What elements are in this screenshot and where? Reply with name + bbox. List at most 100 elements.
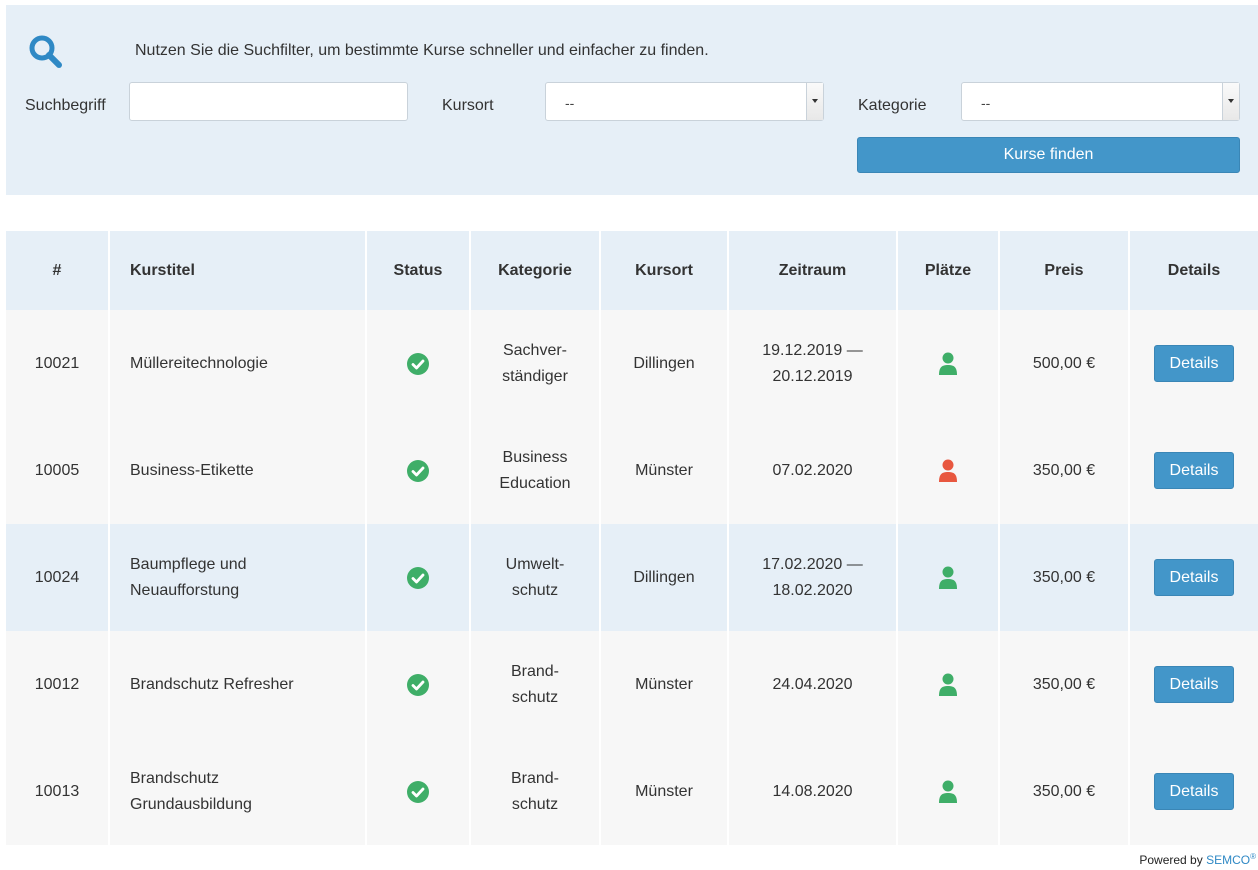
category-select[interactable]: -- <box>961 82 1240 121</box>
cell-seats <box>898 524 1000 631</box>
person-available-icon <box>939 780 957 803</box>
column-header-details: Details <box>1167 261 1221 279</box>
search-term-label: Suchbegriff <box>25 97 106 114</box>
cell-category: Sachver- ständiger <box>471 310 601 417</box>
cell-title-text: Müllereitechnologie <box>130 354 268 372</box>
check-circle-icon <box>407 566 429 589</box>
brand-mark: ® <box>1250 852 1256 861</box>
cell-status <box>367 417 471 524</box>
search-term-input[interactable] <box>129 82 408 121</box>
details-button[interactable]: Details <box>1154 773 1234 810</box>
column-header-title: Kurstitel <box>110 231 367 310</box>
table-row: 10005 Business-Etikette Business Education… <box>6 417 1258 524</box>
cell-id: 10013 <box>6 738 110 845</box>
find-courses-button[interactable]: Kurse finden <box>857 137 1240 173</box>
cell-category-text: Brand- schutz <box>510 769 560 813</box>
person-available-icon <box>939 352 957 375</box>
details-button[interactable]: Details <box>1154 452 1234 489</box>
column-header-id: # <box>6 231 110 310</box>
chevron-down-icon <box>1222 83 1239 120</box>
cell-category-text: Umwelt- schutz <box>505 555 565 599</box>
table-row: 10013 Brandschutz Grundausbildung Brand- s… <box>6 738 1258 845</box>
search-hint: Nutzen Sie die Suchfilter, um bestimmte … <box>135 42 709 59</box>
cell-id: 10021 <box>6 310 110 417</box>
person-available-icon <box>939 673 957 696</box>
location-select[interactable]: -- <box>545 82 824 121</box>
cell-title: Business-Etikette <box>110 417 367 524</box>
cell-price-text: 350,00 € <box>1032 568 1096 586</box>
cell-details: Details <box>1130 310 1258 417</box>
cell-status <box>367 524 471 631</box>
chevron-down-icon <box>806 83 823 120</box>
cell-id-text: 10013 <box>34 782 80 800</box>
details-button[interactable]: Details <box>1154 345 1234 382</box>
cell-location-text: Dillingen <box>633 354 695 372</box>
cell-category-text: Sachver- ständiger <box>502 341 568 385</box>
cell-title-text: Brandschutz Grundausbildung <box>130 769 252 813</box>
cell-price-text: 350,00 € <box>1032 782 1096 800</box>
table-row: 10021 Müllereitechnologie Sachver- ständig… <box>6 310 1258 417</box>
cell-title: Müllereitechnologie <box>110 310 367 417</box>
cell-period: 07.02.2020 <box>729 417 898 524</box>
cell-category-text: Business Education <box>499 448 571 492</box>
cell-period-text: 07.02.2020 <box>772 461 853 479</box>
column-header-period: Zeitraum <box>729 231 898 310</box>
cell-location-text: Münster <box>635 675 693 693</box>
cell-location-text: Münster <box>635 461 693 479</box>
cell-seats <box>898 310 1000 417</box>
person-full-icon <box>939 459 957 482</box>
cell-category: Umwelt- schutz <box>471 524 601 631</box>
check-circle-icon <box>407 780 429 803</box>
cell-id: 10005 <box>6 417 110 524</box>
category-label: Kategorie <box>858 97 927 114</box>
cell-period: 14.08.2020 <box>729 738 898 845</box>
details-button[interactable]: Details <box>1154 666 1234 703</box>
cell-id-text: 10024 <box>34 568 80 586</box>
cell-period-text: 14.08.2020 <box>772 782 853 800</box>
person-available-icon <box>939 566 957 589</box>
column-header-status: Status <box>367 231 471 310</box>
location-label: Kursort <box>442 97 494 114</box>
cell-period-text: 19.12.2019 — 20.12.2019 <box>762 341 863 385</box>
column-header-location: Kursort <box>601 231 729 310</box>
cell-period-text: 17.02.2020 — 18.02.2020 <box>762 555 863 599</box>
cell-title: Brandschutz Grundausbildung <box>110 738 367 845</box>
check-circle-icon <box>407 352 429 375</box>
cell-location-text: Münster <box>635 782 693 800</box>
table-row: 10024 Baumpflege und Neuaufforstung Umwelt… <box>6 524 1258 631</box>
brand-link[interactable]: SEMCO <box>1206 853 1250 867</box>
cell-status <box>367 310 471 417</box>
cell-location: Dillingen <box>601 524 729 631</box>
cell-id-text: 10021 <box>34 354 80 372</box>
courses-table: # Kurstitel Status Kategorie Kursort Zei… <box>6 231 1258 845</box>
cell-seats <box>898 417 1000 524</box>
cell-period: 17.02.2020 — 18.02.2020 <box>729 524 898 631</box>
cell-location-text: Dillingen <box>633 568 695 586</box>
details-button[interactable]: Details <box>1154 559 1234 596</box>
cell-title: Baumpflege und Neuaufforstung <box>110 524 367 631</box>
cell-location: Münster <box>601 631 729 738</box>
cell-price: 350,00 € <box>1000 631 1130 738</box>
cell-title: Brandschutz Refresher <box>110 631 367 738</box>
table-body: 10021 Müllereitechnologie Sachver- ständig… <box>6 310 1258 845</box>
cell-details: Details <box>1130 524 1258 631</box>
cell-id-text: 10012 <box>34 675 80 693</box>
cell-details: Details <box>1130 738 1258 845</box>
cell-location: Münster <box>601 738 729 845</box>
cell-status <box>367 631 471 738</box>
cell-location: Dillingen <box>601 310 729 417</box>
table-header-row: # Kurstitel Status Kategorie Kursort Zei… <box>6 231 1258 310</box>
cell-details: Details <box>1130 631 1258 738</box>
cell-location: Münster <box>601 417 729 524</box>
table-row: 10012 Brandschutz Refresher Brand- schutz M… <box>6 631 1258 738</box>
check-circle-icon <box>407 673 429 696</box>
column-header-category: Kategorie <box>471 231 601 310</box>
cell-id: 10024 <box>6 524 110 631</box>
cell-category: Brand- schutz <box>471 738 601 845</box>
cell-period: 19.12.2019 — 20.12.2019 <box>729 310 898 417</box>
search-panel: Nutzen Sie die Suchfilter, um bestimmte … <box>6 5 1258 195</box>
powered-by: Powered by SEMCO® <box>1139 852 1256 867</box>
cell-price: 350,00 € <box>1000 738 1130 845</box>
cell-category: Brand- schutz <box>471 631 601 738</box>
cell-seats <box>898 631 1000 738</box>
